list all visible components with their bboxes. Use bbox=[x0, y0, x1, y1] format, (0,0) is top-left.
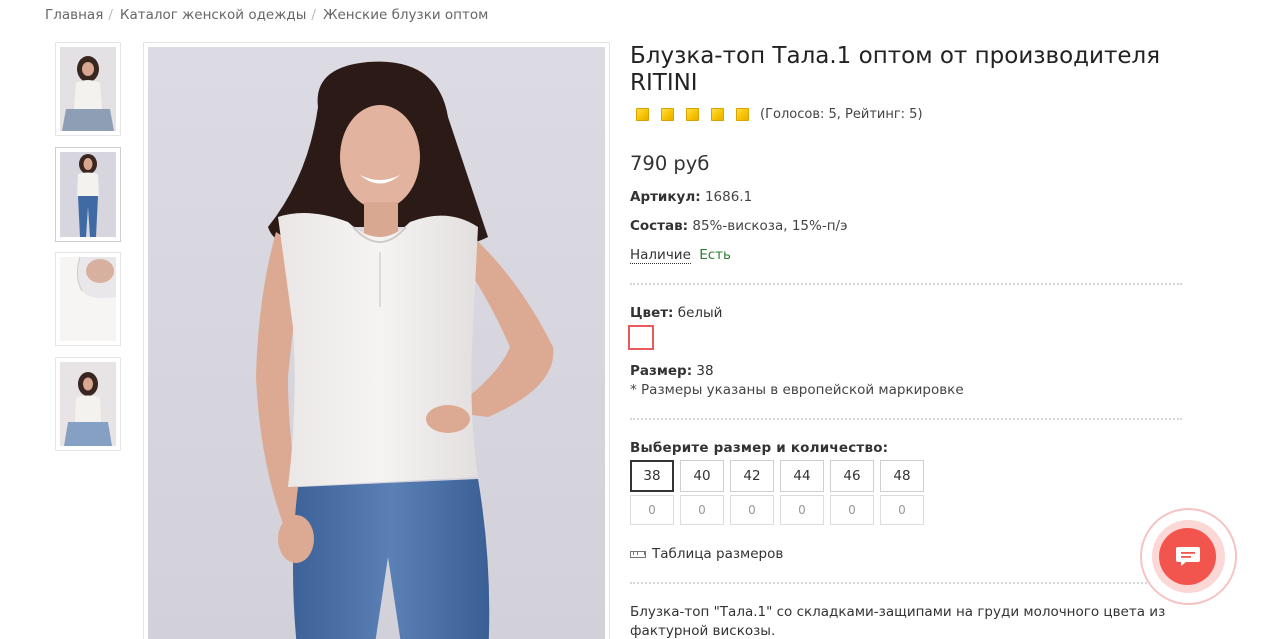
star-icon[interactable] bbox=[636, 108, 649, 121]
divider bbox=[630, 582, 1182, 584]
star-icon[interactable] bbox=[736, 108, 749, 121]
divider bbox=[630, 418, 1182, 420]
rating: (Голосов: 5, Рейтинг: 5) bbox=[636, 107, 923, 122]
star-icon[interactable] bbox=[711, 108, 724, 121]
size-quantity-grid: 38 40 42 44 46 48 bbox=[630, 460, 930, 526]
color-value: белый bbox=[677, 305, 723, 321]
size-note: * Размеры указаны в европейской маркиров… bbox=[630, 382, 964, 398]
composition-value: 85%-вискоза, 15%-п/э bbox=[692, 218, 848, 234]
rating-text: (Голосов: 5, Рейтинг: 5) bbox=[760, 107, 923, 122]
size-option[interactable]: 42 bbox=[730, 460, 774, 492]
article-value: 1686.1 bbox=[704, 189, 753, 205]
composition-label: Состав: bbox=[630, 218, 689, 234]
size-option[interactable]: 48 bbox=[880, 460, 924, 492]
size-line: Размер: 38 bbox=[630, 363, 714, 379]
star-icon[interactable] bbox=[661, 108, 674, 121]
thumbnail-4[interactable] bbox=[55, 357, 121, 451]
breadcrumb-separator: / bbox=[311, 7, 316, 23]
composition-line: Состав: 85%-вискоза, 15%-п/э bbox=[630, 218, 848, 234]
color-swatch-white[interactable] bbox=[628, 325, 654, 350]
product-photo bbox=[148, 47, 605, 639]
size-value: 38 bbox=[696, 363, 714, 379]
quantity-input[interactable] bbox=[730, 495, 774, 525]
quantity-input[interactable] bbox=[830, 495, 874, 525]
size-option[interactable]: 46 bbox=[830, 460, 874, 492]
color-line: Цвет: белый bbox=[630, 305, 722, 321]
thumbnail-image bbox=[60, 362, 116, 446]
divider bbox=[630, 283, 1182, 285]
quantity-input[interactable] bbox=[680, 495, 724, 525]
thumbnail-image bbox=[60, 47, 116, 131]
product-price: 790 руб bbox=[630, 152, 710, 175]
star-icon[interactable] bbox=[686, 108, 699, 121]
size-option[interactable]: 40 bbox=[680, 460, 724, 492]
article-line: Артикул: 1686.1 bbox=[630, 189, 752, 205]
size-table-link[interactable]: Таблица размеров bbox=[630, 546, 783, 562]
breadcrumb-separator: / bbox=[108, 7, 113, 23]
thumbnail-image bbox=[60, 152, 116, 237]
breadcrumb: Главная / Каталог женской одежды / Женск… bbox=[45, 6, 488, 24]
thumbnail-2[interactable] bbox=[55, 147, 121, 242]
breadcrumb-catalog[interactable]: Каталог женской одежды bbox=[120, 7, 307, 23]
thumbnail-3[interactable] bbox=[55, 252, 121, 346]
article-label: Артикул: bbox=[630, 189, 701, 205]
product-title: Блузка-топ Тала.1 оптом от производителя… bbox=[630, 43, 1161, 96]
breadcrumb-category[interactable]: Женские блузки оптом bbox=[323, 7, 488, 23]
quantity-input[interactable] bbox=[880, 495, 924, 525]
thumbnail-image bbox=[60, 257, 116, 341]
size-option[interactable]: 38 bbox=[630, 460, 674, 492]
color-label: Цвет: bbox=[630, 305, 674, 321]
availability-value: Есть bbox=[699, 247, 731, 263]
availability-line: Наличие Есть bbox=[630, 247, 731, 264]
product-description: Блузка-топ "Тала.1" со складками-защипам… bbox=[630, 604, 1166, 639]
chat-button[interactable] bbox=[1159, 528, 1216, 585]
quantity-input[interactable] bbox=[780, 495, 824, 525]
thumbnail-1[interactable] bbox=[55, 42, 121, 136]
size-table-label: Таблица размеров bbox=[652, 546, 784, 562]
size-label: Размер: bbox=[630, 363, 693, 379]
quantity-input[interactable] bbox=[630, 495, 674, 525]
availability-label[interactable]: Наличие bbox=[630, 247, 691, 264]
ruler-icon bbox=[630, 550, 646, 558]
choose-size-label: Выберите размер и количество: bbox=[630, 440, 889, 456]
breadcrumb-home[interactable]: Главная bbox=[45, 7, 103, 23]
chat-icon bbox=[1175, 546, 1200, 566]
main-product-image[interactable] bbox=[143, 42, 610, 639]
size-option[interactable]: 44 bbox=[780, 460, 824, 492]
